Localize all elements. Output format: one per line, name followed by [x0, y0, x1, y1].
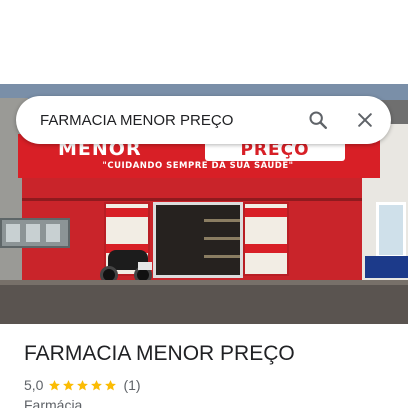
photo-blue-base — [365, 256, 408, 278]
sidewalk — [0, 280, 408, 324]
storefront-poster-right — [243, 202, 289, 276]
review-count[interactable]: (1) — [123, 377, 140, 393]
rating-stars — [48, 379, 118, 392]
store-entrance — [153, 202, 243, 278]
blank-top-area — [0, 0, 408, 84]
rating-row[interactable]: 5,0 (1) — [24, 376, 141, 394]
facade-trim — [22, 198, 362, 201]
star-icon — [49, 379, 61, 390]
star-icon — [91, 379, 103, 390]
clear-search-button[interactable] — [349, 104, 381, 136]
rating-value: 5,0 — [24, 377, 44, 393]
star-icon — [63, 379, 75, 390]
search-input[interactable] — [40, 96, 290, 144]
sidewalk-edge — [0, 280, 408, 285]
search-button[interactable] — [302, 104, 334, 136]
place-category: Farmácia — [24, 397, 83, 408]
search-bar — [16, 96, 391, 144]
search-icon — [309, 111, 327, 129]
photo-window — [376, 202, 406, 258]
electric-meter-box — [0, 218, 70, 248]
star-icon — [105, 379, 117, 390]
close-icon — [358, 113, 372, 127]
store-slogan: "CUIDANDO SEMPRE DA SUA SAÚDE" — [102, 161, 294, 171]
star-icon — [77, 379, 89, 390]
place-name: FARMACIA MENOR PREÇO — [24, 342, 295, 365]
